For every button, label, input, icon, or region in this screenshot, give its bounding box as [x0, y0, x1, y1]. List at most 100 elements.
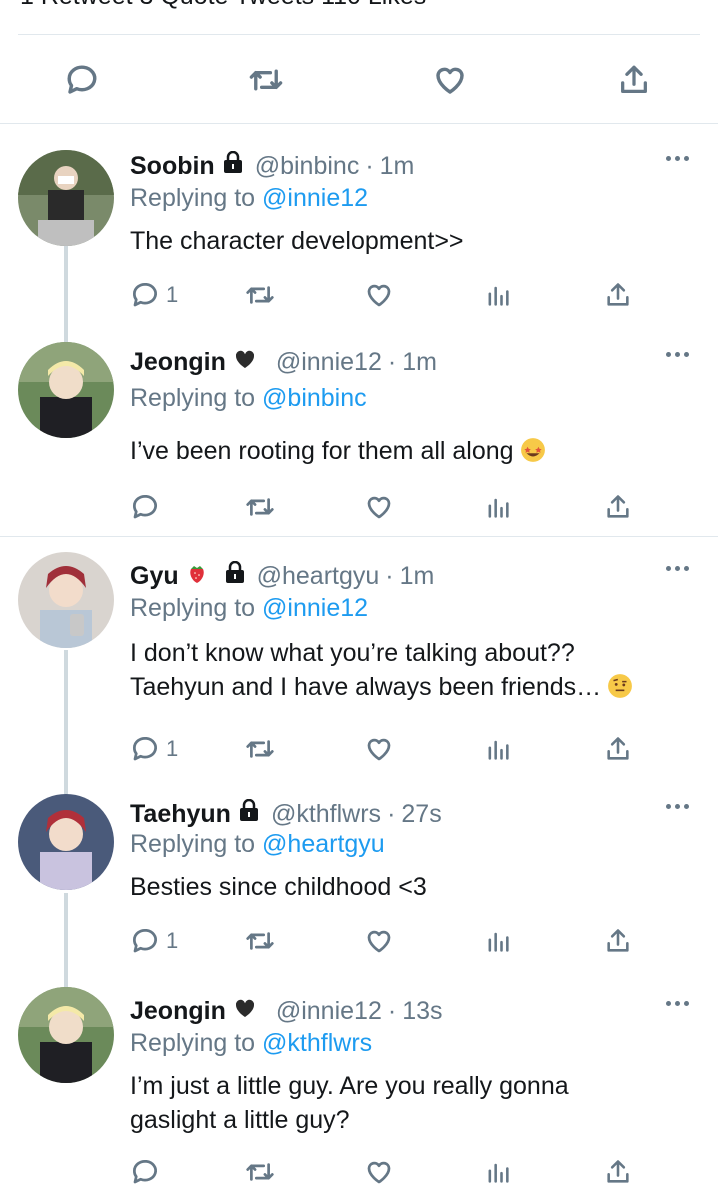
display-name[interactable]: Soobin [130, 152, 215, 181]
separator-dot: · [365, 151, 374, 180]
timestamp[interactable]: 1m [402, 348, 437, 377]
separator-dot: · [387, 799, 396, 828]
analytics-icon[interactable] [484, 278, 512, 312]
share-icon[interactable] [604, 1155, 632, 1189]
tweet-actions: 1 [130, 278, 650, 312]
black-heart-icon [232, 347, 258, 378]
separator-dot: · [387, 996, 397, 1025]
tweet-actions [130, 1155, 650, 1189]
replying-to: Replying to @innie12 [130, 594, 368, 623]
reply-icon[interactable] [62, 60, 102, 100]
timestamp[interactable]: 1m [380, 152, 415, 181]
replying-to-label: Replying to [130, 1029, 256, 1057]
reply-icon [132, 737, 157, 761]
retweet-icon[interactable] [244, 732, 276, 766]
replying-to-label: Replying to [130, 384, 256, 412]
thread-connector [64, 893, 68, 989]
lock-icon [221, 150, 245, 182]
reply-count: 1 [166, 736, 179, 761]
analytics-icon[interactable] [484, 924, 512, 958]
tweet-actions [130, 490, 650, 524]
like-icon[interactable] [364, 732, 394, 766]
divider [18, 34, 700, 35]
replying-to: Replying to @heartgyu [130, 830, 385, 859]
retweet-icon[interactable] [244, 1155, 276, 1189]
thread-connector [64, 650, 68, 810]
replying-to-mention[interactable]: @kthflwrs [262, 1029, 372, 1057]
analytics-icon[interactable] [484, 490, 512, 524]
user-handle[interactable]: @innie12 [276, 348, 382, 377]
analytics-icon[interactable] [484, 732, 512, 766]
share-icon[interactable] [604, 924, 632, 958]
avatar[interactable] [18, 552, 114, 648]
retweet-icon[interactable] [244, 924, 276, 958]
user-handle[interactable]: @heartgyu [257, 562, 380, 591]
reply-button[interactable]: 1 [130, 278, 178, 312]
share-icon[interactable] [604, 278, 632, 312]
replying-to: Replying to @binbinc [130, 384, 367, 413]
avatar[interactable] [18, 987, 114, 1083]
timestamp[interactable]: 1m [400, 562, 435, 591]
timestamp[interactable]: 13s [402, 997, 442, 1026]
replying-to-label: Replying to [130, 594, 256, 622]
divider [0, 536, 718, 537]
like-icon[interactable] [364, 1155, 394, 1189]
user-handle[interactable]: @kthflwrs [271, 800, 381, 829]
reply-icon[interactable] [130, 1155, 160, 1189]
retweet-icon[interactable] [244, 278, 276, 312]
more-options-icon[interactable] [666, 1001, 690, 1009]
tweet-actions: 1 [130, 924, 650, 958]
avatar[interactable] [18, 794, 114, 890]
share-icon[interactable] [604, 490, 632, 524]
tweet-text: The character development>> [130, 227, 464, 255]
replying-to: Replying to @innie12 [130, 184, 368, 213]
display-name[interactable]: Gyu [130, 562, 179, 591]
tweet-text: I don’t know what you’re talking about??… [130, 636, 633, 708]
strawberry-icon [185, 560, 209, 593]
timestamp[interactable]: 27s [401, 800, 441, 829]
like-icon[interactable] [430, 60, 470, 100]
divider [0, 123, 718, 124]
like-icon[interactable] [364, 924, 394, 958]
separator-dot: · [385, 561, 394, 590]
thread-connector [64, 246, 68, 344]
share-icon[interactable] [604, 732, 632, 766]
more-options-icon[interactable] [666, 156, 690, 164]
replying-to: Replying to @kthflwrs [130, 1029, 372, 1058]
replying-to-label: Replying to [130, 830, 256, 858]
retweet-icon[interactable] [246, 60, 286, 100]
share-icon[interactable] [614, 60, 654, 100]
more-options-icon[interactable] [666, 566, 690, 574]
user-handle[interactable]: @binbinc [255, 152, 360, 181]
reply-button[interactable]: 1 [130, 732, 178, 766]
avatar[interactable] [18, 150, 114, 246]
reply-icon [132, 283, 157, 307]
lock-icon [223, 560, 247, 592]
reply-icon[interactable] [130, 490, 160, 524]
replying-to-mention[interactable]: @binbinc [262, 384, 367, 412]
lock-icon [237, 798, 261, 830]
replying-to-mention[interactable]: @heartgyu [262, 830, 385, 858]
display-name[interactable]: Jeongin [130, 348, 226, 377]
reply-button[interactable]: 1 [130, 924, 178, 958]
like-icon[interactable] [364, 278, 394, 312]
separator-dot: · [387, 347, 397, 376]
user-handle[interactable]: @innie12 [276, 997, 382, 1026]
display-name[interactable]: Jeongin [130, 997, 226, 1026]
analytics-icon[interactable] [484, 1155, 512, 1189]
more-options-icon[interactable] [666, 804, 690, 812]
replying-to-mention[interactable]: @innie12 [262, 594, 368, 622]
display-name[interactable]: Taehyun [130, 800, 231, 829]
reply-icon [132, 929, 157, 953]
reply-count: 1 [166, 282, 179, 307]
like-icon[interactable] [364, 490, 394, 524]
retweet-icon[interactable] [244, 490, 276, 524]
reply-count: 1 [166, 928, 179, 953]
raised-eyebrow-emoji [607, 673, 633, 708]
avatar[interactable] [18, 342, 114, 438]
star-struck-emoji [520, 437, 546, 472]
main-tweet-actions [0, 50, 718, 108]
tweet-text: I’m just a little guy. Are you really go… [130, 1072, 569, 1134]
replying-to-mention[interactable]: @innie12 [262, 184, 368, 212]
more-options-icon[interactable] [666, 352, 690, 360]
